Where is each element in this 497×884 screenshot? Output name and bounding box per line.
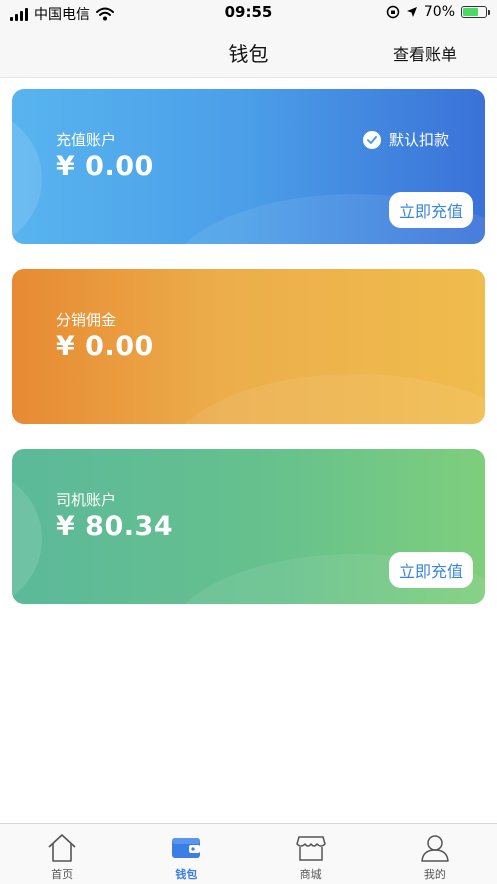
tab-profile[interactable]: 我的 (373, 824, 497, 884)
battery-fill (463, 8, 479, 16)
card-label: 司机账户 (56, 491, 117, 509)
status-bar: 中国电信 09:55 70% (0, 0, 497, 26)
recharge-account-card: 充值账户 ¥ 0.00 默认扣款 立即充值 (12, 89, 485, 244)
card-decoration (12, 109, 42, 244)
tab-label: 商城 (299, 868, 322, 881)
view-bill-button[interactable]: 查看账单 (393, 41, 457, 65)
tab-label: 我的 (423, 868, 446, 881)
tab-home[interactable]: 首页 (0, 824, 124, 884)
card-decoration (12, 469, 42, 604)
tab-bar: 首页 钱包 商城 我的 (0, 823, 497, 884)
battery-icon (461, 6, 490, 18)
default-payment-label: 默认扣款 (388, 131, 449, 149)
recharge-button[interactable]: 立即充值 (389, 552, 473, 588)
location-icon (406, 7, 417, 17)
store-icon (295, 832, 327, 864)
nav-bar: 钱包 查看账单 (0, 26, 497, 78)
card-amount: ¥ 0.00 (56, 331, 154, 362)
home-icon (46, 832, 78, 864)
card-amount: ¥ 80.34 (56, 511, 174, 542)
driver-account-card: 司机账户 ¥ 80.34 立即充值 (12, 449, 485, 604)
check-circle-icon (362, 130, 381, 149)
card-label: 充值账户 (56, 131, 117, 149)
tab-wallet[interactable]: 钱包 (124, 824, 248, 884)
user-icon (419, 832, 451, 864)
card-amount: ¥ 0.00 (56, 151, 154, 182)
default-payment-toggle[interactable]: 默认扣款 (362, 129, 449, 150)
wallet-icon (170, 832, 202, 864)
card-decoration (165, 374, 485, 424)
tab-label: 首页 (51, 868, 74, 881)
orientation-lock-icon (386, 5, 400, 19)
recharge-button[interactable]: 立即充值 (389, 192, 473, 228)
status-right: 70% (386, 4, 490, 20)
tab-store[interactable]: 商城 (249, 824, 373, 884)
battery-percent: 70% (423, 4, 455, 20)
card-label: 分销佣金 (56, 311, 117, 329)
commission-card: 分销佣金 ¥ 0.00 (12, 269, 485, 424)
tab-label: 钱包 (175, 868, 198, 881)
